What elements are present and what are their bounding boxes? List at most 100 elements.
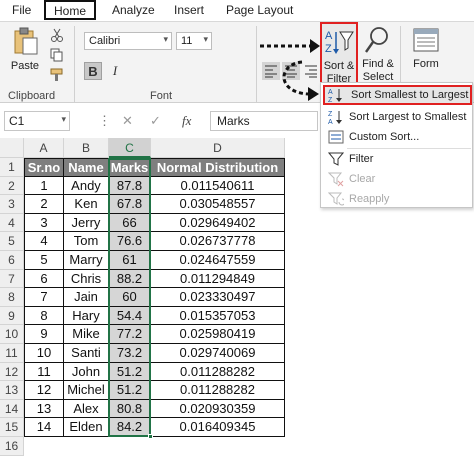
table-cell[interactable]: 67.8 <box>109 195 151 214</box>
menu-item-sort-descending[interactable]: Z A Sort Largest to Smallest <box>323 107 472 127</box>
table-header-cell[interactable]: Normal Distribution <box>151 158 285 177</box>
row-header-10[interactable]: 10 <box>0 325 24 344</box>
menu-item-filter[interactable]: Filter <box>323 149 472 169</box>
table-cell[interactable]: 51.2 <box>109 381 151 400</box>
table-cell[interactable]: 0.024647559 <box>151 251 285 270</box>
table-cell[interactable]: Tom <box>64 232 109 251</box>
table-cell[interactable]: 87.8 <box>109 176 151 196</box>
table-cell[interactable]: 5 <box>24 251 64 270</box>
table-cell[interactable]: 54.4 <box>109 306 151 326</box>
select-all-corner[interactable] <box>0 138 24 158</box>
table-cell[interactable]: 0.011288282 <box>151 381 285 400</box>
format-painter-icon[interactable] <box>50 68 64 82</box>
row-header-4[interactable]: 4 <box>0 213 24 233</box>
table-cell[interactable]: Mike <box>64 325 109 344</box>
table-cell[interactable]: 13 <box>24 399 64 419</box>
table-cell[interactable]: Chris <box>64 269 109 289</box>
row-header-9[interactable]: 9 <box>0 306 24 326</box>
menu-home[interactable]: Home <box>44 0 97 20</box>
table-cell[interactable]: 1 <box>24 176 64 196</box>
table-cell[interactable]: 0.020930359 <box>151 399 285 419</box>
row-header-8[interactable]: 8 <box>0 288 24 307</box>
name-box[interactable]: C1 ▾ <box>4 111 70 131</box>
table-cell[interactable]: Jerry <box>64 213 109 233</box>
table-cell[interactable]: 51.2 <box>109 362 151 382</box>
table-cell[interactable]: 0.011288282 <box>151 362 285 382</box>
table-cell[interactable]: John <box>64 362 109 382</box>
table-cell[interactable]: 6 <box>24 269 64 289</box>
table-header-cell[interactable]: Sr.no <box>24 158 64 177</box>
formula-input[interactable]: Marks <box>210 111 318 131</box>
table-cell[interactable]: 88.2 <box>109 269 151 289</box>
row-header-11[interactable]: 11 <box>0 344 24 363</box>
row-header-12[interactable]: 12 <box>0 362 24 382</box>
table-cell[interactable]: 80.8 <box>109 399 151 419</box>
table-cell[interactable]: 2 <box>24 195 64 214</box>
row-header-6[interactable]: 6 <box>0 251 24 270</box>
table-cell[interactable]: 14 <box>24 418 64 437</box>
fx-icon[interactable]: fx <box>182 113 191 129</box>
row-header-5[interactable]: 5 <box>0 232 24 251</box>
table-cell[interactable]: Michel <box>64 381 109 400</box>
table-cell[interactable]: 73.2 <box>109 344 151 363</box>
table-cell[interactable]: 0.011294849 <box>151 269 285 289</box>
menu-page-layout[interactable]: Page Layout <box>226 3 293 17</box>
row-header-2[interactable]: 2 <box>0 176 24 196</box>
italic-button[interactable]: I <box>106 62 124 80</box>
font-name-select[interactable]: Calibri ▾ <box>84 32 172 50</box>
table-cell[interactable]: 12 <box>24 381 64 400</box>
row-header-14[interactable]: 14 <box>0 399 24 419</box>
row-header-1[interactable]: 1 <box>0 158 24 177</box>
table-cell[interactable]: 7 <box>24 288 64 307</box>
row-header-7[interactable]: 7 <box>0 269 24 289</box>
menu-insert[interactable]: Insert <box>174 3 204 17</box>
paste-button[interactable]: Paste <box>8 26 42 82</box>
table-cell[interactable]: Hary <box>64 306 109 326</box>
menu-analyze[interactable]: Analyze <box>112 3 155 17</box>
table-cell[interactable]: Ken <box>64 195 109 214</box>
find-select-button[interactable]: Find & Select <box>358 22 398 88</box>
menu-item-custom-sort[interactable]: Custom Sort... <box>323 127 472 147</box>
table-cell[interactable]: 3 <box>24 213 64 233</box>
table-cell[interactable]: Elden <box>64 418 109 437</box>
menu-file[interactable]: File <box>12 3 31 17</box>
table-cell[interactable]: Marry <box>64 251 109 270</box>
table-header-cell[interactable]: Name <box>64 158 109 177</box>
bold-button[interactable]: B <box>84 62 102 80</box>
enter-check-icon[interactable]: ✓ <box>150 113 161 129</box>
table-cell[interactable]: 11 <box>24 362 64 382</box>
table-cell[interactable]: 0.030548557 <box>151 195 285 214</box>
table-cell[interactable]: 0.015357053 <box>151 306 285 326</box>
table-cell[interactable]: 0.029649402 <box>151 213 285 233</box>
table-cell[interactable]: 0.029740069 <box>151 344 285 363</box>
table-cell[interactable]: 60 <box>109 288 151 307</box>
table-cell[interactable]: 9 <box>24 325 64 344</box>
row-header-13[interactable]: 13 <box>0 381 24 400</box>
fill-handle[interactable] <box>148 434 153 439</box>
row-header-15[interactable]: 15 <box>0 418 24 437</box>
table-cell[interactable]: Andy <box>64 176 109 196</box>
table-cell[interactable]: 10 <box>24 344 64 363</box>
table-cell[interactable]: 61 <box>109 251 151 270</box>
table-cell[interactable]: 77.2 <box>109 325 151 344</box>
table-cell[interactable]: 0.026737778 <box>151 232 285 251</box>
cancel-icon[interactable]: ✕ <box>122 113 133 129</box>
cut-icon[interactable] <box>50 28 64 42</box>
form-button[interactable]: Form <box>406 22 446 88</box>
menu-item-reapply[interactable]: Reapply <box>323 189 472 209</box>
table-cell[interactable]: 4 <box>24 232 64 251</box>
row-header-16[interactable]: 16 <box>0 437 24 456</box>
table-cell[interactable]: 0.011540611 <box>151 176 285 196</box>
table-cell[interactable]: 0.023330497 <box>151 288 285 307</box>
column-header-b[interactable]: B <box>64 138 109 158</box>
column-header-d[interactable]: D <box>151 138 285 158</box>
row-header-3[interactable]: 3 <box>0 195 24 214</box>
table-cell[interactable]: Santi <box>64 344 109 363</box>
table-cell[interactable]: 0.016409345 <box>151 418 285 437</box>
copy-icon[interactable] <box>50 48 64 62</box>
table-header-cell[interactable]: Marks <box>109 158 151 177</box>
table-cell[interactable]: Jain <box>64 288 109 307</box>
table-cell[interactable]: 84.2 <box>109 418 151 437</box>
table-cell[interactable]: 66 <box>109 213 151 233</box>
menu-item-sort-ascending[interactable]: A Z Sort Smallest to Largest <box>323 85 472 105</box>
